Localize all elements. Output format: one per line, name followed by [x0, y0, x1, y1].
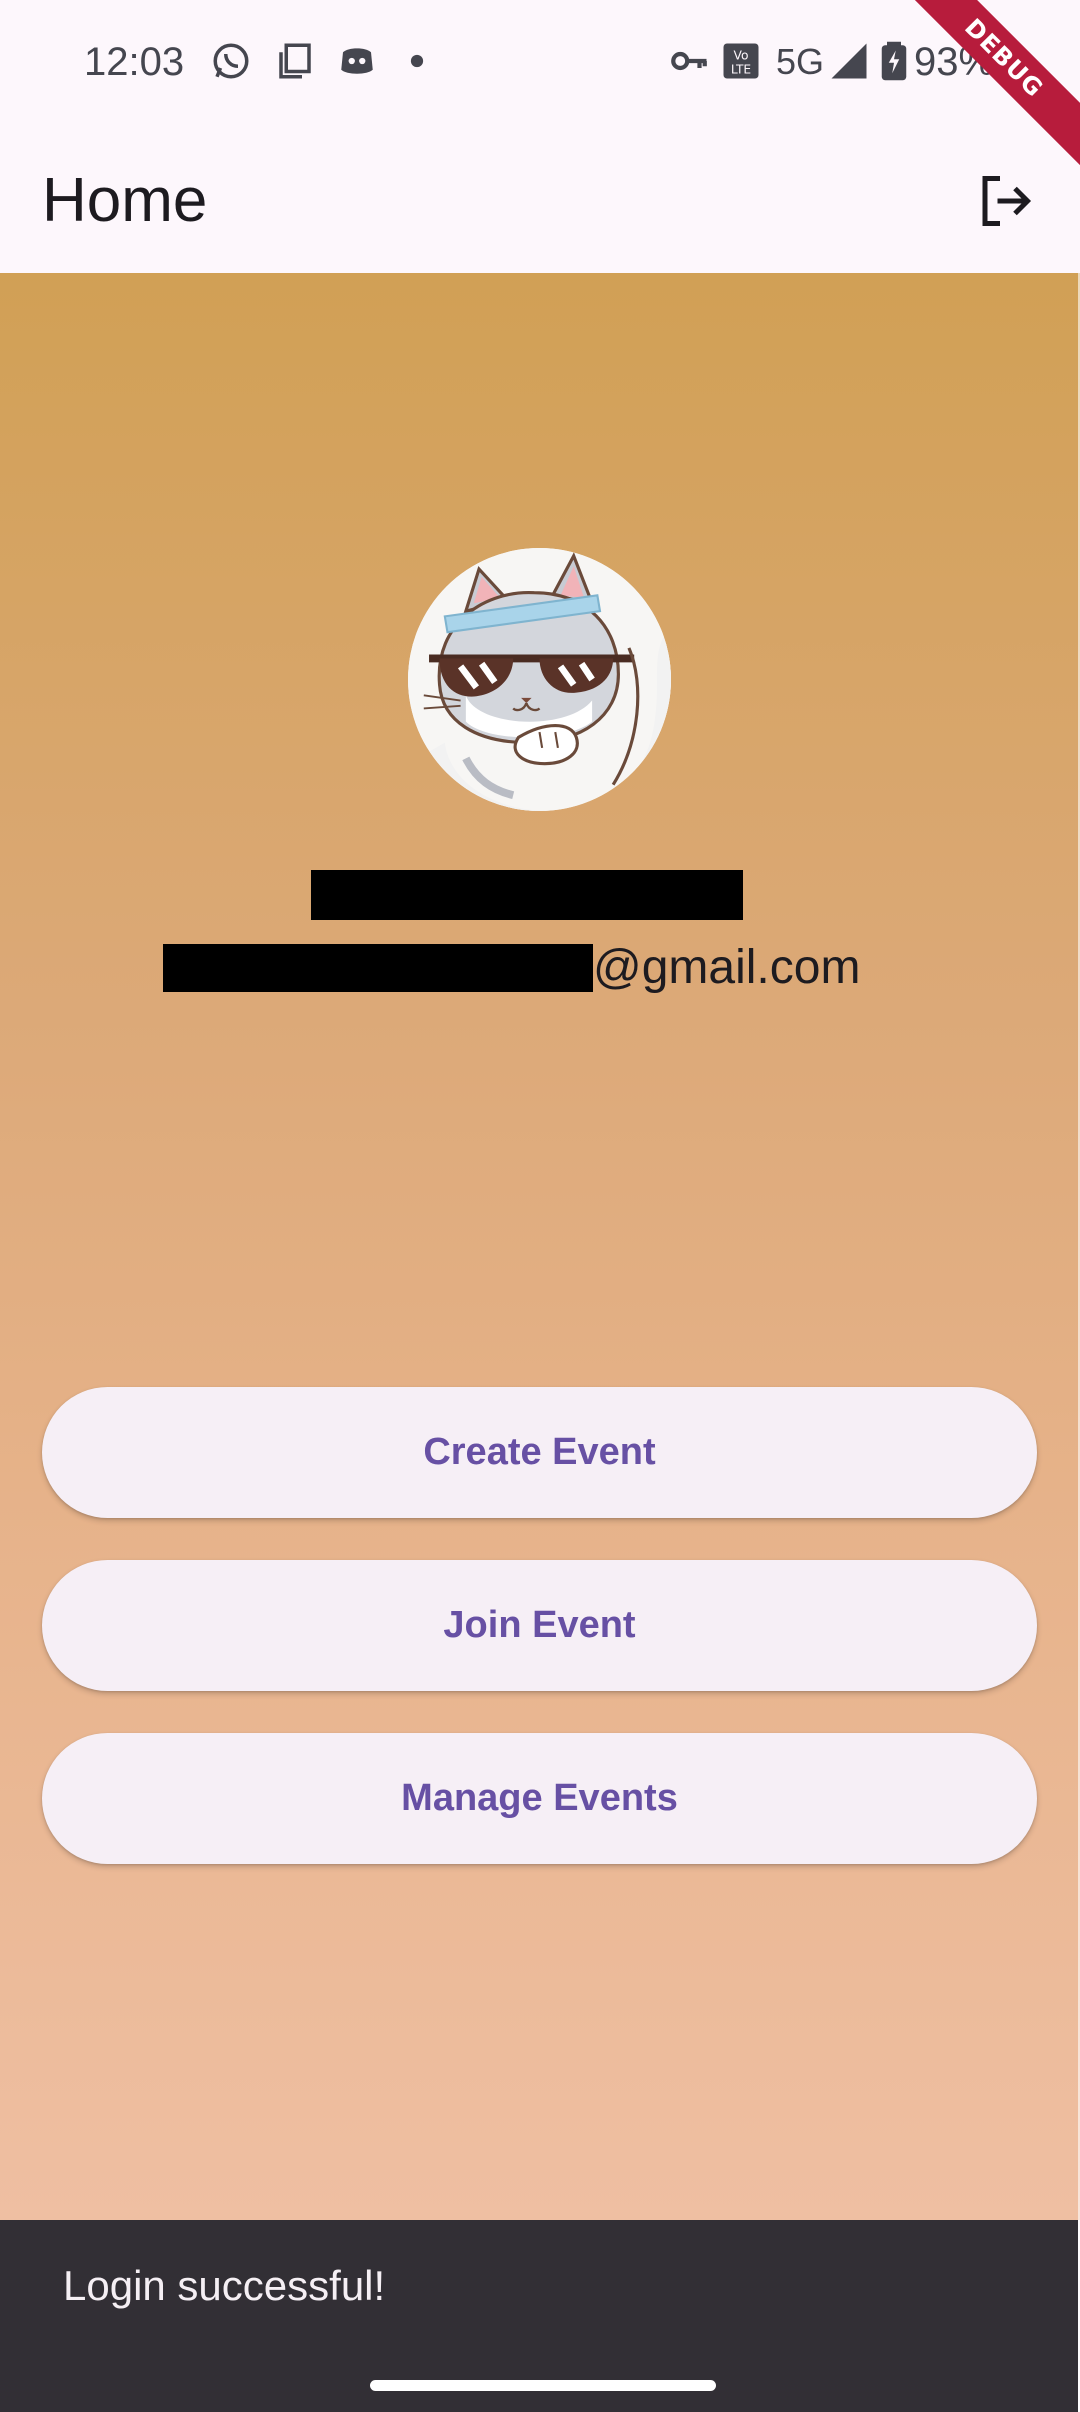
page-title: Home — [42, 166, 208, 235]
cat-with-sunglasses-avatar — [408, 548, 671, 811]
join-event-button[interactable]: Join Event — [42, 1560, 1037, 1691]
email-domain: @gmail.com — [593, 941, 861, 994]
volte-icon: Vo LTE — [720, 40, 762, 82]
status-time: 12:03 — [84, 40, 185, 84]
home-indicator[interactable] — [370, 2380, 716, 2391]
snackbar-message: Login successful! — [63, 2262, 386, 2309]
network-type: 5G — [776, 41, 825, 82]
vpn-key-icon — [668, 40, 710, 82]
manage-events-button[interactable]: Manage Events — [42, 1733, 1037, 1864]
svg-text:Vo: Vo — [734, 48, 749, 62]
whatsapp-icon — [210, 40, 252, 82]
app-bar: Home — [0, 128, 1080, 273]
user-email: @gmail.com — [163, 938, 860, 998]
notification-dot-icon — [396, 40, 438, 82]
battery-charging-icon — [876, 40, 912, 82]
logout-button[interactable] — [966, 162, 1044, 240]
status-bar: 12:03 Vo LTE 5G 93% — [0, 0, 1080, 128]
signal-icon — [828, 40, 870, 82]
avatar — [408, 548, 671, 811]
discord-icon — [336, 40, 378, 82]
copy-icon — [274, 40, 316, 82]
svg-text:LTE: LTE — [731, 62, 751, 76]
logout-icon — [982, 176, 1032, 226]
email-redacted — [163, 944, 593, 992]
user-name-redacted — [311, 870, 743, 920]
create-event-button[interactable]: Create Event — [42, 1387, 1037, 1518]
